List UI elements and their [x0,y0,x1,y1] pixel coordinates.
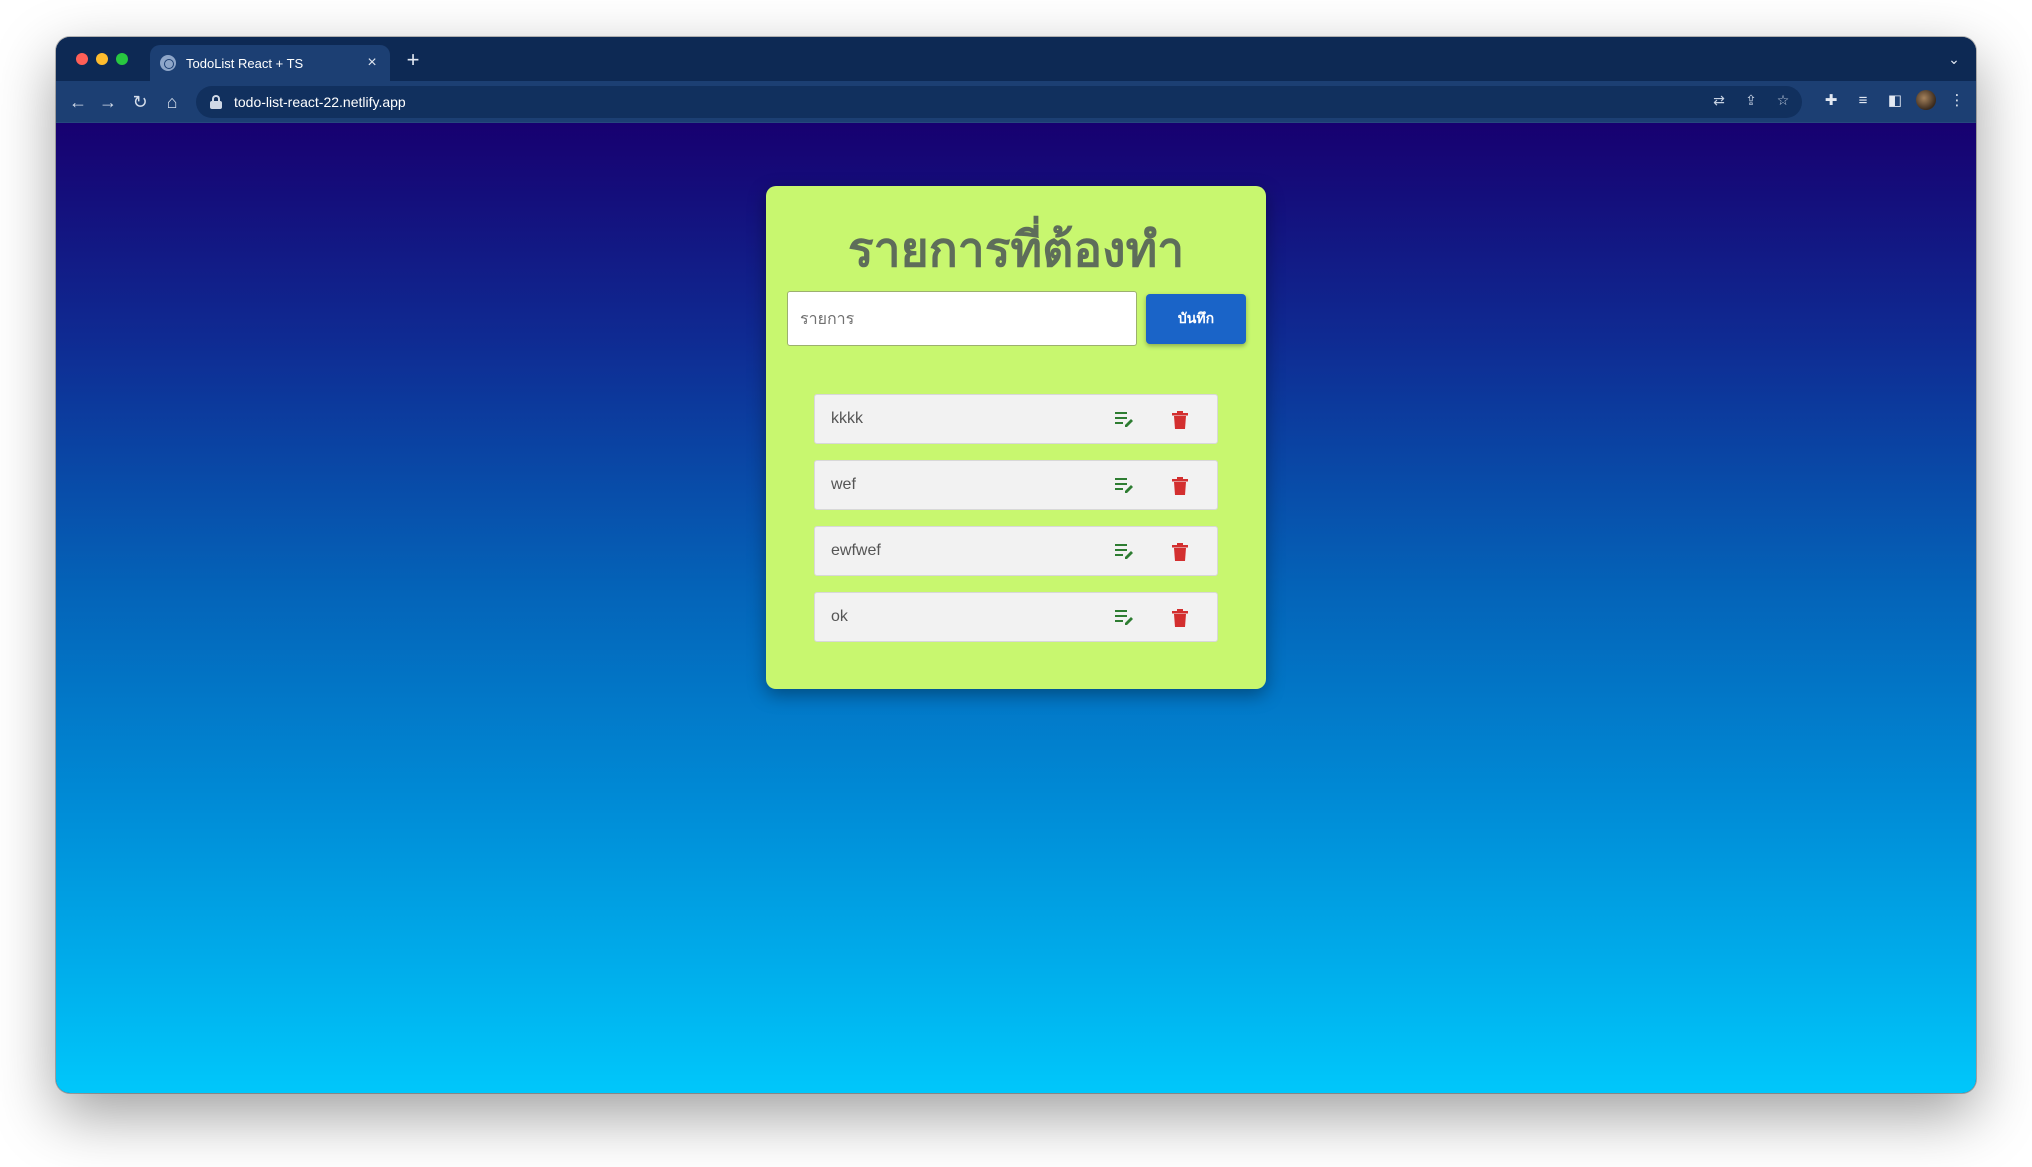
delete-button[interactable] [1166,406,1194,434]
browser-toolbar: ← → ↻ ⌂ todo-list-react-22.netlify.app ⇄… [56,81,1976,123]
delete-button[interactable] [1166,604,1194,632]
page-viewport: รายการที่ต้องทำ บันทึก kkkk [56,123,1976,1093]
trash-icon [1172,543,1188,561]
back-arrow-icon[interactable]: ← [66,90,90,114]
more-menu-icon[interactable]: ⋮ [1946,91,1968,109]
edit-note-icon [1115,610,1133,625]
edit-note-icon [1115,412,1133,427]
edit-button[interactable] [1111,472,1139,500]
page-title: รายการที่ต้องทำ [847,222,1185,278]
todo-text: wef [831,476,856,493]
tab-active[interactable]: TodoList React + TS × [150,45,390,81]
trash-icon [1172,609,1188,627]
todo-text: kkkk [831,410,863,427]
delete-button[interactable] [1166,472,1194,500]
translate-icon[interactable]: ⇄ [1710,92,1728,109]
todo-item: ewfwef [814,526,1218,576]
edit-note-icon [1115,478,1133,493]
browser-window: TodoList React + TS × + ⌄ ← → ↻ ⌂ todo-l… [56,37,1976,1093]
lock-icon[interactable] [210,95,222,109]
profile-avatar[interactable] [1916,90,1936,110]
trash-icon [1172,477,1188,495]
close-window-button[interactable] [76,53,88,65]
delete-button[interactable] [1166,538,1194,566]
tab-search-chevron-icon[interactable]: ⌄ [1946,51,1962,67]
todo-input[interactable] [787,291,1137,346]
reload-icon[interactable]: ↻ [128,90,152,114]
todo-item: wef [814,460,1218,510]
globe-icon [160,55,176,71]
todo-item: ok [814,592,1218,642]
bookmark-star-icon[interactable]: ☆ [1774,92,1792,109]
home-icon[interactable]: ⌂ [160,90,184,114]
url-text: todo-list-react-22.netlify.app [234,94,406,110]
todo-list: kkkk wef ewfwef ok [814,394,1218,658]
trash-icon [1172,411,1188,429]
todo-text: ok [831,608,848,625]
new-tab-button[interactable]: + [402,49,424,71]
edit-button[interactable] [1111,604,1139,632]
save-button[interactable]: บันทึก [1146,294,1246,344]
media-queue-icon[interactable]: ≡ [1852,92,1874,109]
extensions-puzzle-icon[interactable]: ✚ [1820,91,1842,109]
todo-item: kkkk [814,394,1218,444]
share-icon[interactable]: ⇪ [1742,92,1760,109]
edit-button[interactable] [1111,406,1139,434]
edit-button[interactable] [1111,538,1139,566]
minimize-window-button[interactable] [96,53,108,65]
address-bar[interactable]: todo-list-react-22.netlify.app ⇄ ⇪ ☆ [196,86,1802,118]
side-panel-icon[interactable]: ◧ [1884,91,1906,109]
tab-title: TodoList React + TS [186,55,304,71]
zoom-window-button[interactable] [116,53,128,65]
tab-strip: TodoList React + TS × + ⌄ [56,37,1976,81]
todo-card: รายการที่ต้องทำ บันทึก kkkk [766,186,1266,689]
tab-close-icon[interactable]: × [364,54,380,72]
todo-text: ewfwef [831,542,881,559]
edit-note-icon [1115,544,1133,559]
forward-arrow-icon[interactable]: → [96,90,120,114]
